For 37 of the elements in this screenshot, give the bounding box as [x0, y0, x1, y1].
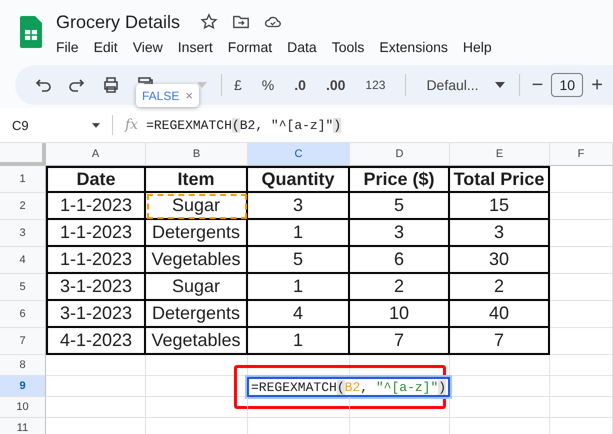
table-cell: Sugar: [146, 274, 248, 301]
table-cell: 7: [450, 328, 550, 355]
table-cell: 30: [450, 247, 550, 274]
function-label: fx: [125, 117, 138, 133]
table-cell: 15: [450, 193, 550, 220]
table-cell: 1: [248, 274, 350, 301]
table-cell: 1-1-2023: [46, 220, 146, 247]
table-cell: Vegetables: [146, 247, 248, 274]
table-cell: 3-1-2023: [46, 301, 146, 328]
table-cell: 6: [350, 247, 450, 274]
table-cell: Vegetables: [146, 328, 248, 355]
table-cell: Quantity: [248, 166, 350, 193]
table-cell: 3: [450, 220, 550, 247]
table-cell: Item: [146, 166, 248, 193]
table-cell: 1-1-2023: [46, 193, 146, 220]
table-cell: 7: [350, 328, 450, 355]
table-cell: 4: [248, 301, 350, 328]
table-cell: 40: [450, 301, 550, 328]
table-cell: 10: [350, 301, 450, 328]
table-cell: 4-1-2023: [46, 328, 146, 355]
table-cell: 3: [248, 193, 350, 220]
table-cell: 5: [350, 193, 450, 220]
table-cell: Sugar: [146, 193, 248, 220]
table-cell: 3-1-2023: [46, 274, 146, 301]
table-cell: 1-1-2023: [46, 247, 146, 274]
table-cell: Date: [46, 166, 146, 193]
table-cell: Detergents: [146, 301, 248, 328]
table-cell: 2: [350, 274, 450, 301]
table-cell: Total Price: [450, 166, 550, 193]
table-cell: 1: [248, 328, 350, 355]
table-cell: 1: [248, 220, 350, 247]
table-cell: Price ($): [350, 166, 450, 193]
tooltip-text: FALSE: [142, 88, 180, 102]
table-cell: Detergents: [146, 220, 248, 247]
table-cell: 3: [350, 220, 450, 247]
table-cell: 2: [450, 274, 550, 301]
table-cell: 5: [248, 247, 350, 274]
